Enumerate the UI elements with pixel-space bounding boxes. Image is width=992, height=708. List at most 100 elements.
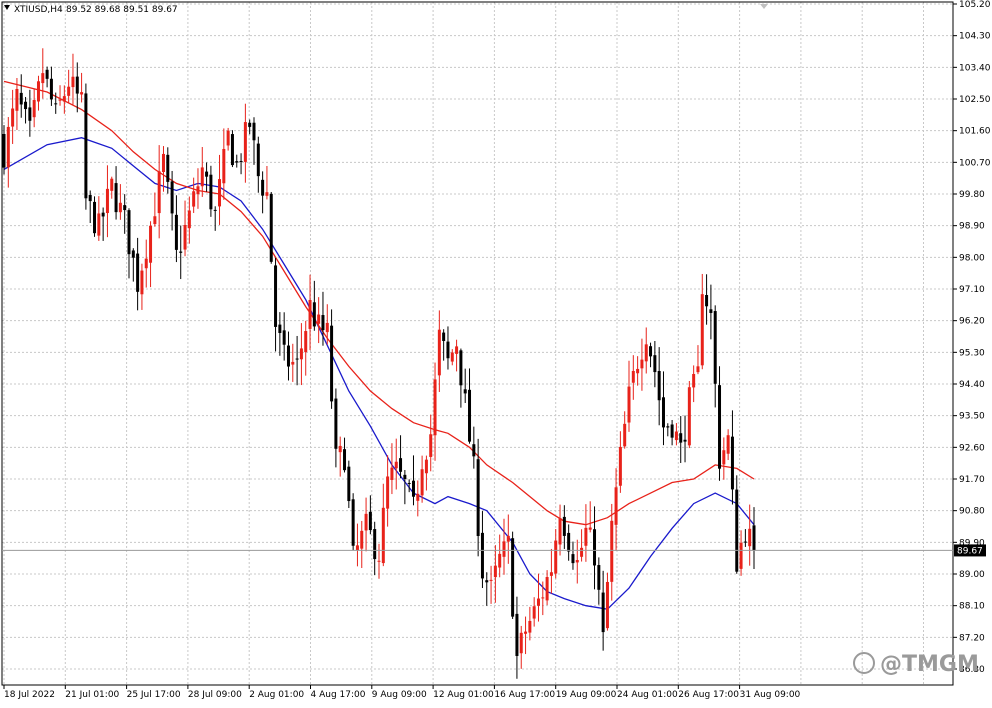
candle-bear <box>230 134 234 166</box>
candle-bear <box>571 554 575 564</box>
y-tick-label: 96.20 <box>959 317 985 327</box>
candle-bear <box>713 311 717 384</box>
candle-bear <box>601 592 605 633</box>
y-tick-label: 105.20 <box>959 0 991 10</box>
y-tick-label: 101.60 <box>959 127 991 137</box>
candle-bull <box>161 153 165 173</box>
candle-bull <box>390 467 394 480</box>
chart-window[interactable]: 105.20 104.30 103.40 102.50 101.60 100.70 99.8… <box>0 0 992 704</box>
candle-bear <box>93 201 97 234</box>
candle-bear <box>649 346 653 357</box>
candle-bear <box>683 439 687 442</box>
candle-bull <box>420 469 424 496</box>
candle-bull <box>71 76 75 88</box>
y-tick-label: 92.60 <box>959 443 985 453</box>
candle-bear <box>261 179 265 196</box>
candle-bull <box>580 547 584 557</box>
candle-bear <box>411 480 415 497</box>
candle-bull <box>726 435 730 454</box>
candle-bull <box>105 188 109 214</box>
price-chart[interactable]: 105.20 104.30 103.40 102.50 101.60 100.70 99.8… <box>0 0 992 704</box>
candle-bull <box>265 192 269 196</box>
candle-bear <box>679 433 683 443</box>
x-tick-label: 18 Jul 2022 <box>4 690 55 700</box>
candle-bull <box>58 99 62 101</box>
candle-bull <box>623 423 627 447</box>
candle-bull <box>519 632 523 654</box>
candle-bull <box>631 370 635 383</box>
candle-bull <box>196 186 200 195</box>
candle-bull <box>308 299 312 329</box>
candle-bear <box>179 251 183 253</box>
y-tick-label: 95.30 <box>959 348 985 358</box>
candle-bear <box>248 122 252 127</box>
candle-bull <box>291 361 295 365</box>
candle-bull <box>502 541 506 557</box>
candle-bear <box>330 325 334 402</box>
candle-bull <box>528 620 532 633</box>
candle-bear <box>101 212 105 217</box>
ohlc-label: 89.52 89.68 89.51 89.67 <box>66 5 178 15</box>
candle-bull <box>32 100 36 118</box>
candle-bull <box>674 431 678 441</box>
candle-bear <box>88 194 92 202</box>
candle-bear <box>136 253 140 292</box>
current-price-label: 89.67 <box>957 546 983 556</box>
candle-bull <box>325 322 329 333</box>
chart-header: XTIUSD,H4 89.52 89.68 89.51 89.67 <box>4 5 178 15</box>
y-tick-label: 103.40 <box>959 63 991 73</box>
candle-bear <box>472 444 476 457</box>
candle-bull <box>614 487 618 525</box>
candle-bull <box>429 434 433 457</box>
candle-bear <box>709 309 713 313</box>
candle-bear <box>28 107 32 121</box>
candle-bear <box>718 385 722 469</box>
y-tick-label: 94.40 <box>959 380 985 390</box>
candle-bear <box>515 613 519 656</box>
y-tick-label: 99.80 <box>959 190 985 200</box>
candle-bull <box>687 387 691 446</box>
candle-bull <box>584 527 588 546</box>
candle-bull <box>627 386 631 423</box>
candle-bull <box>493 565 497 578</box>
x-tick-label: 31 Aug 09:00 <box>740 690 801 700</box>
y-tick-label: 89.00 <box>959 570 985 580</box>
candle-bull <box>549 572 553 576</box>
candle-bear <box>256 143 260 177</box>
candle-bull <box>299 348 303 360</box>
candle-bear <box>347 466 351 502</box>
candle-bear <box>567 532 571 552</box>
y-tick-label: 97.10 <box>959 285 985 295</box>
candle-bear <box>75 76 79 94</box>
candle-bull <box>558 518 562 545</box>
candle-bull <box>498 553 502 568</box>
candle-bull <box>153 216 157 225</box>
candle-bull <box>149 225 153 263</box>
candle-bear <box>54 103 58 105</box>
candle-bear <box>373 529 377 560</box>
candle-bull <box>36 81 40 102</box>
x-tick-label: 26 Aug 17:00 <box>678 690 739 700</box>
candle-bull <box>416 493 420 501</box>
candle-bull <box>304 331 308 353</box>
x-tick-label: 24 Aug 01:00 <box>617 690 678 700</box>
candle-bear <box>657 370 661 401</box>
y-tick-label: 102.50 <box>959 95 991 105</box>
candle-bull <box>192 191 196 207</box>
candle-bear <box>127 210 131 255</box>
candle-bull <box>489 579 493 581</box>
candle-bull <box>222 148 226 184</box>
candle-bear <box>321 315 325 331</box>
candle-bear <box>476 459 480 537</box>
candle-bear <box>209 174 213 210</box>
candle-bull <box>692 373 696 388</box>
y-tick-label: 98.90 <box>959 222 985 232</box>
x-tick-label: 21 Jul 01:00 <box>65 690 119 700</box>
candle-bull <box>394 461 398 469</box>
y-tick-label: 100.70 <box>959 158 991 168</box>
candle-bear <box>368 511 372 531</box>
candle-bear <box>485 580 489 583</box>
candle-bear <box>166 154 170 182</box>
candle-bear <box>49 78 53 100</box>
candle-bull <box>338 445 342 453</box>
